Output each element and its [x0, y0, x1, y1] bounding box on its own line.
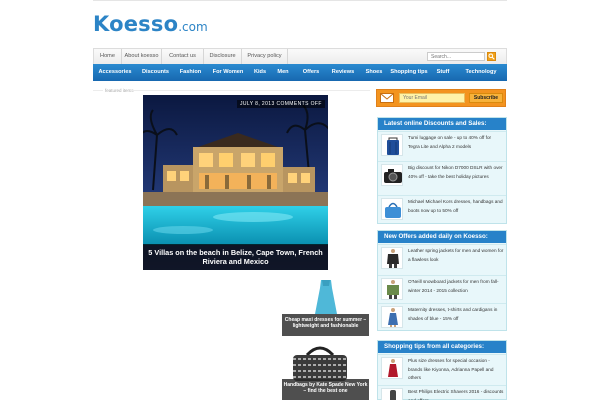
jacket-icon [381, 247, 403, 269]
handbag-image[interactable] [289, 345, 351, 381]
cat-kids[interactable]: Kids [249, 64, 271, 81]
cat-for-women[interactable]: For Women [207, 64, 249, 81]
thumb-caption-handbag[interactable]: Handbags by Kate Spade New York – find t… [282, 379, 369, 400]
luggage-icon [381, 134, 403, 156]
widget-item-text[interactable]: Big discount for Nikon D7000 DSLR with o… [408, 164, 504, 181]
list-item[interactable]: Tumi luggage on sale - up to 40% off for… [378, 131, 506, 158]
widget-discounts: Latest online Discounts and Sales: Tumi … [377, 117, 507, 224]
snowboard-jacket-icon [381, 278, 403, 300]
maternity-dress-icon [381, 306, 403, 328]
cat-shopping-tips[interactable]: Shopping tips [389, 64, 429, 81]
post-comments: COMMENTS OFF [276, 101, 322, 107]
list-item[interactable]: Michael Michael Kors dresses, handbags a… [378, 195, 506, 223]
search-button[interactable] [487, 52, 496, 61]
camera-icon [381, 164, 403, 186]
thumb-caption-maxi[interactable]: Cheap maxi dresses for summer – lightwei… [282, 314, 369, 336]
handbag-icon [381, 198, 403, 220]
list-item[interactable]: Best Philips Electric Shavers 2016 - dis… [378, 385, 506, 400]
list-item[interactable]: O'Neill snowboard jackets for men from f… [378, 275, 506, 302]
cat-discounts[interactable]: Discounts [137, 64, 174, 81]
site-logo[interactable]: Koesso .com [93, 12, 208, 38]
nav-disclosure[interactable]: Disclosure [204, 49, 242, 64]
post-date: JULY 8, 2013 [240, 101, 275, 107]
widget-item-text[interactable]: O'Neill snowboard jackets for men from f… [408, 278, 504, 295]
subscribe-button[interactable]: Subscribe [469, 93, 503, 103]
widget-item-text[interactable]: Leather spring jackets for men and women… [408, 247, 504, 264]
shaver-icon [381, 388, 403, 400]
search-icon [488, 53, 495, 60]
widget-shopping-tips: Shopping tips from all categories: Plus … [377, 340, 507, 400]
envelope-icon [380, 93, 394, 103]
widget-item-text[interactable]: Tumi luggage on sale - up to 40% off for… [408, 134, 504, 151]
nav-home[interactable]: Home [94, 49, 122, 64]
logo-tld: .com [178, 20, 208, 34]
cat-fashion[interactable]: Fashion [174, 64, 207, 81]
logo-wordmark: Koesso [93, 12, 179, 36]
top-divider [93, 0, 507, 1]
widget-item-text[interactable]: Plus size dresses for special occasion -… [408, 357, 504, 383]
list-item[interactable]: Big discount for Nikon D7000 DSLR with o… [378, 161, 506, 192]
list-item[interactable]: Leather spring jackets for men and women… [378, 244, 506, 273]
widget-title: Shopping tips from all categories: [378, 341, 506, 353]
cat-offers[interactable]: Offers [295, 64, 327, 81]
category-navigation: Accessories Discounts Fashion For Women … [93, 64, 507, 81]
list-item[interactable]: Plus size dresses for special occasion -… [378, 354, 506, 384]
cat-technology[interactable]: Technology [457, 64, 505, 81]
cat-reviews[interactable]: Reviews [327, 64, 359, 81]
cat-accessories[interactable]: Accessories [93, 64, 137, 81]
widget-item-text[interactable]: Maternity dresses, t-shirts and cardigan… [408, 306, 504, 323]
nav-about[interactable]: About koesso [122, 49, 162, 64]
search-input[interactable] [427, 52, 485, 61]
nav-privacy[interactable]: Privacy policy [242, 49, 288, 64]
widget-title: Latest online Discounts and Sales: [378, 118, 506, 130]
widget-item-text[interactable]: Best Philips Electric Shavers 2016 - dis… [408, 388, 504, 400]
maxi-dress-icon [315, 280, 337, 314]
featured-rule-right [130, 90, 370, 91]
widget-new-offers: New Offers added daily on Koesso: Leathe… [377, 230, 507, 331]
maxi-dress-image[interactable] [308, 280, 344, 314]
top-navigation: Home About koesso Contact us Disclosure … [93, 48, 507, 65]
nav-contact[interactable]: Contact us [162, 49, 204, 64]
cat-shoes[interactable]: Shoes [359, 64, 389, 81]
post-meta: JULY 8, 2013 COMMENTS OFF [237, 100, 325, 108]
widget-item-text[interactable]: Michael Michael Kors dresses, handbags a… [408, 198, 504, 215]
list-item[interactable]: Maternity dresses, t-shirts and cardigan… [378, 303, 506, 331]
newsletter-form: Subscribe [376, 89, 506, 107]
featured-post-title[interactable]: 5 Villas on the beach in Belize, Cape To… [143, 244, 328, 270]
featured-rule-left [93, 90, 103, 91]
cat-men[interactable]: Men [271, 64, 295, 81]
newsletter-email-input[interactable] [399, 93, 465, 103]
handbag-icon [293, 346, 347, 381]
widget-title: New Offers added daily on Koesso: [378, 231, 506, 243]
red-dress-icon [381, 357, 403, 379]
featured-post[interactable]: JULY 8, 2013 COMMENTS OFF 5 Villas on th… [143, 95, 328, 270]
cat-stuff[interactable]: Stuff [429, 64, 457, 81]
